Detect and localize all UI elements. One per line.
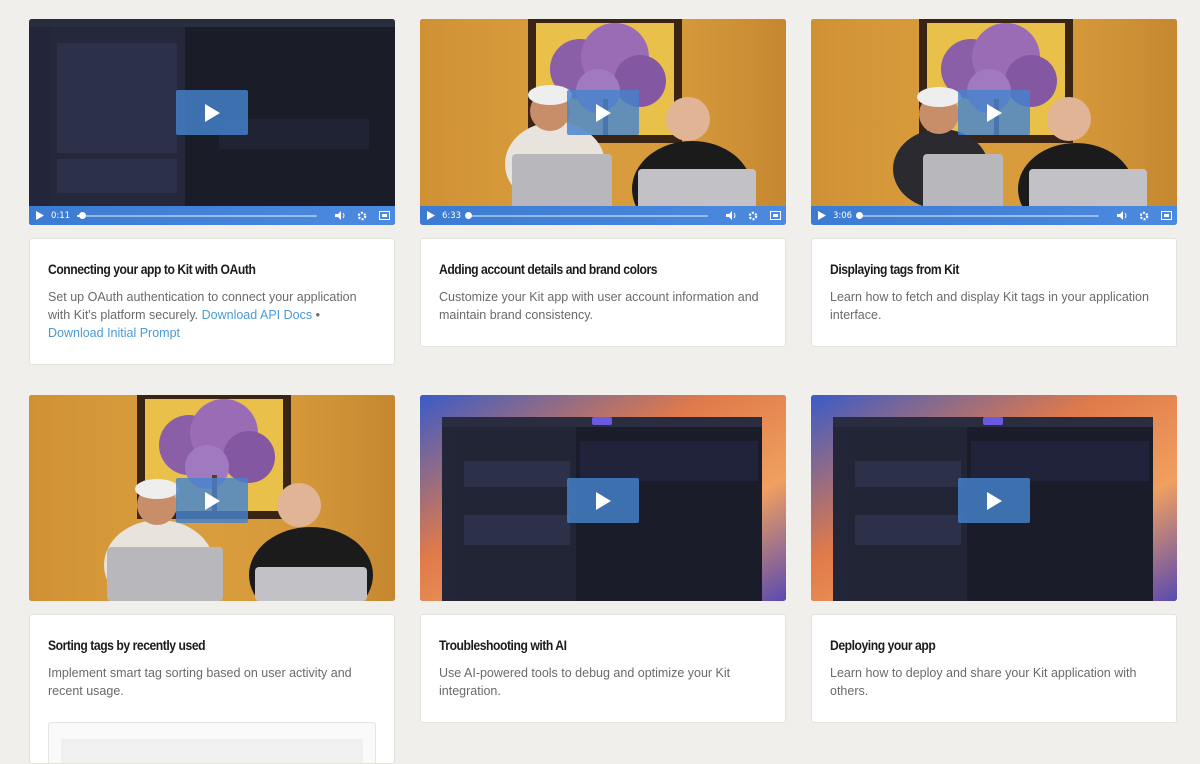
volume-icon[interactable]: [329, 211, 351, 220]
gear-icon[interactable]: [742, 211, 764, 221]
link-separator: •: [315, 308, 320, 322]
progress-handle[interactable]: [78, 211, 86, 219]
progress-handle[interactable]: [465, 211, 472, 219]
play-icon: [205, 103, 220, 122]
video-card-2: 6:33 Adding account details and brand co…: [420, 19, 786, 347]
play-overlay-button[interactable]: [958, 90, 1030, 135]
play-icon: [596, 103, 611, 122]
video-description: Use AI-powered tools to debug and optimi…: [439, 666, 731, 698]
play-overlay-button[interactable]: [176, 90, 248, 135]
video-player[interactable]: [811, 395, 1177, 601]
video-player[interactable]: 6:33: [420, 19, 786, 225]
play-icon[interactable]: [420, 211, 442, 220]
video-player[interactable]: [420, 395, 786, 601]
video-player[interactable]: 3:06: [811, 19, 1177, 225]
video-player[interactable]: 0:11: [29, 19, 395, 225]
video-card-4: Sorting tags by recently used Implement …: [29, 395, 395, 764]
video-title: Sorting tags by recently used: [48, 638, 206, 653]
fullscreen-icon[interactable]: [1155, 211, 1177, 220]
play-overlay-button[interactable]: [958, 478, 1030, 523]
video-controls: 3:06: [811, 206, 1177, 225]
progress-handle[interactable]: [856, 211, 863, 219]
video-card-5: Troubleshooting with AI Use AI-powered t…: [420, 395, 786, 723]
play-overlay-button[interactable]: [567, 90, 639, 135]
play-icon: [987, 103, 1002, 122]
gear-icon[interactable]: [1133, 211, 1155, 221]
video-info: Connecting your app to Kit with OAuth Se…: [29, 238, 395, 365]
video-player[interactable]: [29, 395, 395, 601]
download-initial-prompt-link[interactable]: Download Initial Prompt: [48, 326, 180, 340]
video-info: Troubleshooting with AI Use AI-powered t…: [420, 614, 786, 723]
download-api-docs-link[interactable]: Download API Docs: [202, 308, 312, 322]
volume-icon[interactable]: [720, 211, 742, 220]
embedded-preview: [48, 722, 376, 763]
video-info: Sorting tags by recently used Implement …: [29, 614, 395, 764]
video-info: Adding account details and brand colors …: [420, 238, 786, 347]
fullscreen-icon[interactable]: [764, 211, 786, 220]
fullscreen-icon[interactable]: [373, 211, 395, 220]
progress-bar[interactable]: [77, 211, 317, 219]
video-card-3: 3:06 Displaying tags from Kit Learn how …: [811, 19, 1177, 347]
volume-icon[interactable]: [1111, 211, 1133, 220]
video-time: 0:11: [51, 210, 71, 221]
video-info: Deploying your app Learn how to deploy a…: [811, 614, 1177, 723]
video-description: Customize your Kit app with user account…: [439, 290, 759, 322]
video-title: Connecting your app to Kit with OAuth: [48, 262, 256, 277]
play-icon[interactable]: [811, 211, 833, 220]
video-title: Troubleshooting with AI: [439, 638, 567, 653]
video-controls: 6:33: [420, 206, 786, 225]
play-icon: [205, 491, 220, 510]
play-icon: [596, 491, 611, 510]
progress-bar[interactable]: [856, 211, 1099, 219]
video-description: Set up OAuth authentication to connect y…: [48, 288, 376, 364]
video-description: Learn how to fetch and display Kit tags …: [830, 290, 1149, 322]
play-overlay-button[interactable]: [176, 478, 248, 523]
video-card-6: Deploying your app Learn how to deploy a…: [811, 395, 1177, 723]
video-card-1: 0:11 Connecting your app to Kit with OAu…: [29, 19, 395, 365]
play-icon: [987, 491, 1002, 510]
gear-icon[interactable]: [351, 211, 373, 221]
video-description: Learn how to deploy and share your Kit a…: [830, 666, 1137, 698]
video-description: Implement smart tag sorting based on use…: [48, 666, 352, 698]
play-overlay-button[interactable]: [567, 478, 639, 523]
video-info: Displaying tags from Kit Learn how to fe…: [811, 238, 1177, 347]
video-controls: 0:11: [29, 206, 395, 225]
play-icon[interactable]: [29, 211, 51, 220]
progress-bar[interactable]: [465, 211, 708, 219]
video-title: Deploying your app: [830, 638, 936, 653]
video-title: Displaying tags from Kit: [830, 262, 959, 277]
video-title: Adding account details and brand colors: [439, 262, 658, 277]
